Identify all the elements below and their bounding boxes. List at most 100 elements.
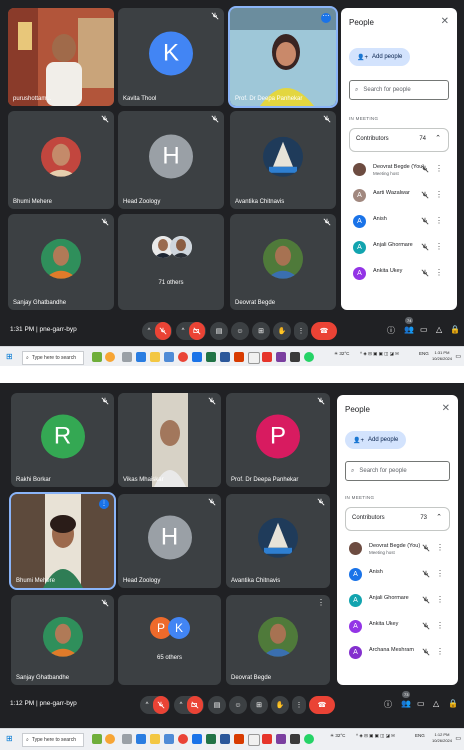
info-icon[interactable]: ⓘ: [387, 325, 399, 337]
raise-hand-button[interactable]: ✋: [271, 696, 289, 714]
more-options-icon[interactable]: ⋮: [435, 164, 443, 173]
mic-off-icon[interactable]: [422, 648, 430, 656]
windows-start-icon[interactable]: ⊞: [6, 734, 13, 743]
present-button[interactable]: ⊞: [250, 696, 268, 714]
activities-icon[interactable]: △: [436, 325, 448, 337]
video-tile-speaking[interactable]: ⋮ Bhumi Mehere: [9, 492, 116, 590]
taskbar-app-icon[interactable]: [122, 734, 132, 744]
more-options-icon[interactable]: ⋮: [435, 216, 443, 225]
camera-off-icon[interactable]: [186, 696, 203, 714]
video-tile[interactable]: P Prof. Dr Deepa Panhekar: [226, 393, 330, 487]
taskbar-app-icon[interactable]: [234, 352, 244, 362]
more-options-icon[interactable]: ⋮: [436, 595, 444, 604]
mic-off-icon[interactable]: [152, 696, 169, 714]
video-tile[interactable]: H Head Zoology: [118, 111, 224, 209]
mic-off-icon[interactable]: [421, 165, 429, 173]
video-tile[interactable]: Avantika Chitnavis: [230, 111, 336, 209]
camera-control[interactable]: ^: [174, 696, 204, 714]
taskbar-app-icon[interactable]: [248, 352, 260, 364]
search-input[interactable]: ⌕ Search for people: [349, 80, 449, 100]
taskbar-app-icon[interactable]: [105, 352, 115, 362]
hangup-button[interactable]: ☎: [309, 696, 335, 714]
taskbar-app-icon[interactable]: [304, 734, 314, 744]
more-options-icon[interactable]: ⋮: [317, 599, 325, 607]
camera-control[interactable]: ^: [176, 322, 206, 340]
taskbar-app-icon[interactable]: [178, 352, 188, 362]
windows-start-icon[interactable]: ⊞: [6, 352, 13, 361]
system-tray-icons[interactable]: ^ ◈ ⊟ ▣ ▣ ◫ ◪ ✉: [360, 351, 399, 357]
taskbar-app-icon[interactable]: [164, 734, 174, 744]
participant-row[interactable]: A Ankita Ukey ⋮: [349, 617, 450, 637]
add-people-button[interactable]: 👤+ Add people: [349, 48, 411, 66]
chevron-up-icon[interactable]: ^: [176, 702, 187, 708]
taskbar-app-icon[interactable]: [192, 352, 202, 362]
video-tile[interactable]: Deovrat Begde: [230, 214, 336, 310]
taskbar-app-icon[interactable]: [105, 734, 115, 744]
more-options-icon[interactable]: ⋮: [436, 543, 444, 552]
mic-off-icon[interactable]: [421, 191, 429, 199]
raise-hand-button[interactable]: ✋: [273, 322, 291, 340]
add-people-button[interactable]: 👤+ Add people: [345, 431, 407, 449]
mic-off-icon[interactable]: [422, 596, 430, 604]
participant-row[interactable]: A Archana Meshram ⋮: [349, 643, 450, 663]
video-tile[interactable]: Vikas Mhaiskar: [118, 393, 221, 487]
taskbar-clock[interactable]: 1:31 PM 10/26/2024: [432, 350, 452, 362]
participant-row[interactable]: A Ankita Ukey ⋮: [353, 264, 449, 284]
present-button[interactable]: ⊞: [252, 322, 270, 340]
weather[interactable]: ☀ 32°C: [330, 733, 345, 739]
taskbar-search-input[interactable]: ⌕ Type here to search: [22, 351, 84, 365]
taskbar-app-icon[interactable]: [150, 734, 160, 744]
more-options-icon[interactable]: ⋯: [321, 13, 331, 23]
participant-row[interactable]: A Anjali Ghormare ⋮: [349, 591, 450, 611]
video-tile[interactable]: Avantika Chitnavis: [226, 494, 330, 588]
chat-icon[interactable]: ▭: [420, 325, 432, 337]
mic-off-icon[interactable]: [422, 622, 430, 630]
taskbar-app-icon[interactable]: [234, 734, 244, 744]
taskbar-app-icon[interactable]: [220, 734, 230, 744]
chevron-up-icon[interactable]: ^: [178, 328, 189, 334]
taskbar-app-icon[interactable]: [92, 352, 102, 362]
participant-row[interactable]: A Anish ⋮: [353, 212, 449, 232]
taskbar-app-icon[interactable]: [262, 352, 272, 362]
taskbar-app-icon[interactable]: [276, 734, 286, 744]
chevron-up-icon[interactable]: ^: [142, 702, 153, 708]
taskbar-app-icon[interactable]: [304, 352, 314, 362]
taskbar-app-icon[interactable]: [248, 734, 260, 746]
more-button[interactable]: ⋮: [292, 696, 306, 714]
mic-off-icon[interactable]: [422, 570, 430, 578]
taskbar-app-icon[interactable]: [220, 352, 230, 362]
taskbar-app-icon[interactable]: [290, 734, 300, 744]
video-tile[interactable]: H Head Zoology: [118, 494, 221, 588]
notifications-icon[interactable]: ▭: [455, 353, 461, 360]
taskbar-app-icon[interactable]: [136, 734, 146, 744]
participant-row[interactable]: Deovrat Begde (You) Meeting host ⋮: [349, 539, 450, 559]
system-tray-icons[interactable]: ^ ◈ ⊟ ▣ ▣ ◫ ◪ ✉: [356, 733, 395, 739]
emoji-button[interactable]: ☺: [231, 322, 249, 340]
taskbar-app-icon[interactable]: [164, 352, 174, 362]
more-options-icon[interactable]: ⋮: [435, 268, 443, 277]
taskbar-app-icon[interactable]: [122, 352, 132, 362]
others-tile[interactable]: P K 65 others: [118, 595, 221, 685]
video-tile[interactable]: ⋮ Deovrat Begde: [226, 595, 330, 685]
taskbar-app-icon[interactable]: [136, 352, 146, 362]
taskbar-app-icon[interactable]: [262, 734, 272, 744]
captions-button[interactable]: ▤: [208, 696, 226, 714]
activities-icon[interactable]: △: [433, 699, 445, 711]
people-icon[interactable]: 74 👥: [404, 317, 416, 337]
taskbar-clock[interactable]: 1:12 PM 10/26/2024: [432, 732, 452, 744]
more-options-icon[interactable]: ⋮: [436, 647, 444, 656]
captions-button[interactable]: ▤: [210, 322, 228, 340]
participant-row[interactable]: A Anish ⋮: [349, 565, 450, 585]
chevron-up-icon[interactable]: ⌃: [435, 134, 441, 142]
mic-off-icon[interactable]: [421, 243, 429, 251]
participant-row[interactable]: A Anjali Ghormare ⋮: [353, 238, 449, 258]
mic-control[interactable]: ^: [142, 322, 172, 340]
weather[interactable]: ☀ 32°C: [334, 351, 349, 357]
others-tile[interactable]: 71 others: [118, 214, 224, 310]
video-tile[interactable]: Sanjay Ghatbandhe: [11, 595, 114, 685]
mic-off-icon[interactable]: [421, 217, 429, 225]
host-controls-icon[interactable]: 🔒: [448, 699, 460, 711]
chat-icon[interactable]: ▭: [417, 699, 429, 711]
close-icon[interactable]: ✕: [441, 16, 449, 27]
video-tile[interactable]: Sanjay Ghatbandhe: [8, 214, 114, 310]
